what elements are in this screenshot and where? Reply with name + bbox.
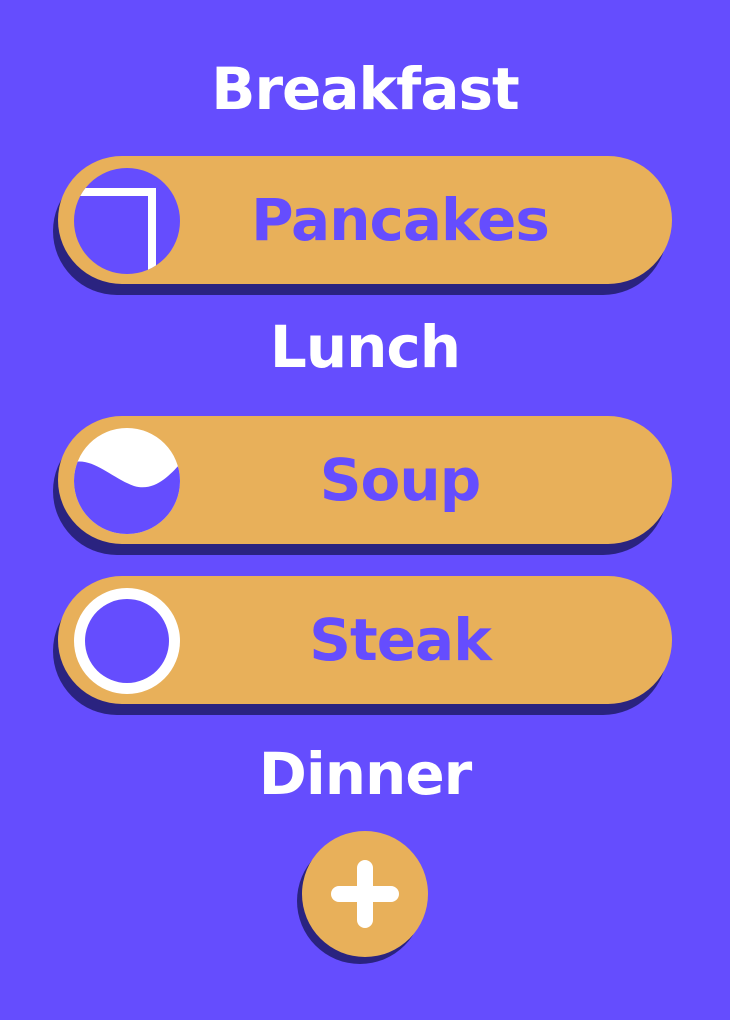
breakfast-heading: Breakfast <box>211 55 519 123</box>
meal-item-pancakes[interactable]: Pancakes <box>58 156 672 284</box>
lunch-heading: Lunch <box>269 313 461 381</box>
add-meal-button[interactable] <box>302 831 428 957</box>
meal-item-label: Soup <box>319 446 481 514</box>
meal-item-label: Pancakes <box>251 186 550 254</box>
meal-planner-screen: { "colors": { "background": "#654DFE", "… <box>0 0 730 1020</box>
meal-item-steak[interactable]: Steak <box>58 576 672 704</box>
meal-item-label: Steak <box>309 606 492 674</box>
meal-item-soup[interactable]: Soup <box>58 416 672 544</box>
plus-icon <box>331 860 399 928</box>
dinner-heading: Dinner <box>258 740 473 808</box>
